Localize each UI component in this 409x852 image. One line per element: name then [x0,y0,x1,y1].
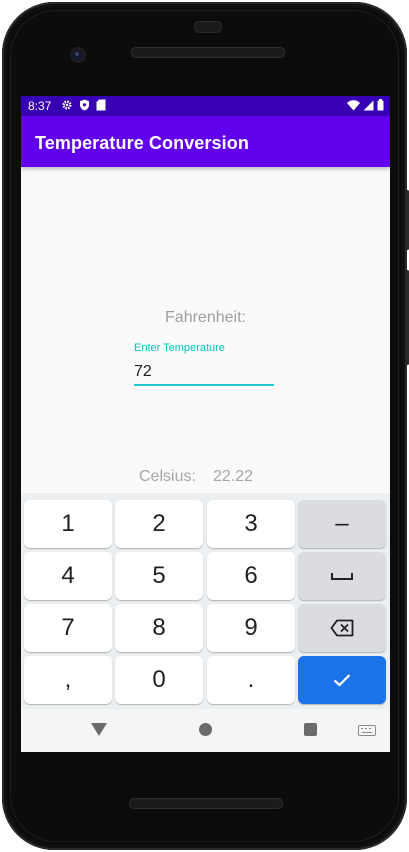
key-8[interactable]: 8 [115,604,203,652]
earpiece [194,21,222,33]
top-speaker [131,47,285,58]
keyboard-switch-icon[interactable] [358,725,376,736]
key-6[interactable]: 6 [207,552,295,600]
status-bar: 8:37 [21,96,390,116]
celsius-value: 22.22 [213,468,254,485]
key-5[interactable]: 5 [115,552,203,600]
sd-card-icon [96,99,106,111]
fahrenheit-label: Fahrenheit: [165,309,246,326]
checkmark-icon [333,674,351,687]
phone-screen: 8:37 Temperature Conversion Fahrenheit: … [21,96,390,752]
battery-icon [377,99,384,111]
navigation-bar [21,709,390,752]
app-title: Temperature Conversion [35,133,249,153]
backspace-key[interactable] [298,604,386,652]
signal-icon [363,100,374,110]
temperature-input-hint: Enter Temperature [134,342,225,354]
key-4[interactable]: 4 [24,552,112,600]
recents-icon[interactable] [304,723,317,736]
key-2[interactable]: 2 [115,500,203,548]
back-icon[interactable] [91,723,107,736]
bottom-speaker [129,798,283,809]
status-icons-left [61,99,106,111]
input-underline [134,384,274,386]
key-7[interactable]: 7 [24,604,112,652]
key-3[interactable]: 3 [207,500,295,548]
comma-key[interactable]: , [24,656,112,704]
home-icon[interactable] [199,723,212,736]
shield-icon [80,99,89,111]
numeric-keyboard: 1 2 3 – 4 5 6 7 8 9 , 0 . [21,493,390,709]
settings-icon [62,100,72,110]
period-key[interactable]: . [207,656,295,704]
temperature-input[interactable]: Enter Temperature 72 [134,342,274,386]
key-9[interactable]: 9 [207,604,295,652]
status-time: 8:37 [28,99,52,113]
status-icons-right [347,99,384,111]
celsius-label: Celsius: [139,468,196,485]
space-icon [331,573,353,580]
front-camera [70,47,86,63]
minus-key[interactable]: – [298,500,386,548]
space-key[interactable] [298,552,386,600]
wifi-icon [347,99,360,110]
temperature-input-value[interactable]: 72 [134,363,152,381]
backspace-icon [330,619,354,637]
key-1[interactable]: 1 [24,500,112,548]
key-0[interactable]: 0 [115,656,203,704]
done-key[interactable] [298,656,386,704]
app-bar: Temperature Conversion [21,116,390,167]
